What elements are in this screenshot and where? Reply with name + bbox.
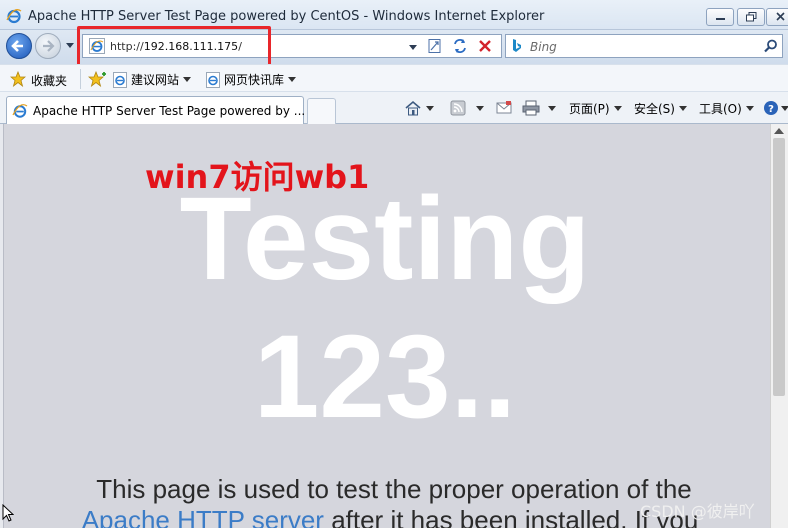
ie-page-icon: [206, 71, 220, 88]
chevron-down-icon: [781, 105, 788, 111]
tools-menu-label: 工具(O): [699, 102, 742, 116]
stop-icon[interactable]: [477, 38, 493, 54]
add-to-favorites-icon[interactable]: [88, 71, 106, 87]
favorites-star-icon[interactable]: [10, 71, 26, 87]
chevron-down-icon: [288, 77, 297, 82]
safety-menu-label: 安全(S): [634, 102, 675, 116]
chevron-down-icon: [548, 105, 556, 111]
back-button[interactable]: [6, 33, 32, 59]
scroll-up-arrow-icon[interactable]: [774, 128, 784, 134]
forward-button[interactable]: [35, 33, 61, 59]
home-button[interactable]: [404, 100, 434, 118]
chevron-down-icon: [476, 105, 484, 111]
bing-icon: [513, 39, 521, 52]
page-menu-label: 页面(P): [569, 102, 610, 116]
web-slice-gallery-link[interactable]: 网页快讯库: [205, 71, 297, 88]
close-window-button[interactable]: [766, 8, 788, 26]
mail-icon: [496, 100, 512, 113]
read-mail-button[interactable]: [496, 100, 512, 118]
refresh-icon[interactable]: [452, 38, 468, 54]
internet-explorer-icon: [12, 104, 28, 118]
minimize-icon: [716, 18, 725, 20]
scrollbar-thumb[interactable]: [773, 138, 785, 396]
safety-menu-button[interactable]: 安全(S): [634, 100, 687, 118]
forward-arrow-icon: [43, 40, 55, 52]
svg-text:?: ?: [768, 104, 774, 115]
close-icon: [776, 12, 785, 21]
window-title: Apache HTTP Server Test Page powered by …: [28, 9, 545, 24]
watermark: CSDN @彼岸吖: [640, 502, 755, 521]
chevron-down-icon: [183, 77, 192, 82]
search-placeholder: Bing: [530, 40, 557, 54]
separator: [80, 69, 81, 89]
new-tab-button[interactable]: [307, 98, 336, 124]
chevron-down-icon: [745, 106, 754, 111]
favorites-button[interactable]: 收藏夹: [31, 72, 67, 89]
restore-icon: [746, 12, 757, 22]
back-arrow-icon: [11, 40, 23, 52]
print-icon: [522, 100, 540, 116]
search-icon[interactable]: [764, 39, 778, 53]
page-heading-line2: 123..: [253, 311, 517, 443]
suggested-sites-label: 建议网站: [131, 73, 180, 87]
internet-explorer-icon: [6, 9, 22, 24]
suggested-sites-link[interactable]: 建议网站: [112, 71, 192, 88]
mouse-cursor-icon: [2, 504, 14, 522]
favorites-bar: 收藏夹 建议网站 网页快讯库: [0, 64, 788, 92]
tools-menu-button[interactable]: 工具(O): [699, 100, 754, 118]
help-icon: ?: [764, 101, 778, 115]
maximize-button[interactable]: [737, 8, 765, 26]
apache-link[interactable]: Apache HTTP server: [82, 505, 324, 528]
chevron-down-icon: [613, 106, 622, 111]
page-heading-line1: Testing: [179, 173, 591, 305]
compatibility-view-icon[interactable]: [427, 38, 443, 54]
page-content: win7访问wb1 Testing 123.. This page is use…: [0, 124, 788, 528]
recent-pages-dropdown-icon[interactable]: [64, 39, 76, 51]
tab-title: Apache HTTP Server Test Page powered by …: [33, 104, 306, 118]
feeds-button[interactable]: [450, 100, 484, 118]
chevron-down-icon: [426, 105, 434, 111]
ie-page-icon: [113, 71, 127, 88]
tab-bar: Apache HTTP Server Test Page powered by …: [0, 92, 788, 124]
chevron-down-icon: [678, 106, 687, 111]
web-slice-gallery-label: 网页快讯库: [224, 73, 285, 87]
tab-active[interactable]: Apache HTTP Server Test Page powered by …: [6, 96, 306, 124]
search-box[interactable]: Bing: [505, 34, 783, 58]
address-dropdown-icon[interactable]: [408, 44, 418, 52]
rss-feed-icon: [450, 100, 466, 116]
description-line1: This page is used to test the proper ope…: [96, 474, 692, 504]
home-icon: [405, 100, 421, 116]
page-menu-button[interactable]: 页面(P): [569, 100, 622, 118]
print-button[interactable]: [522, 100, 556, 118]
help-button[interactable]: ?: [763, 100, 788, 118]
url-highlight-box: [77, 26, 271, 68]
minimize-button[interactable]: [706, 8, 734, 26]
